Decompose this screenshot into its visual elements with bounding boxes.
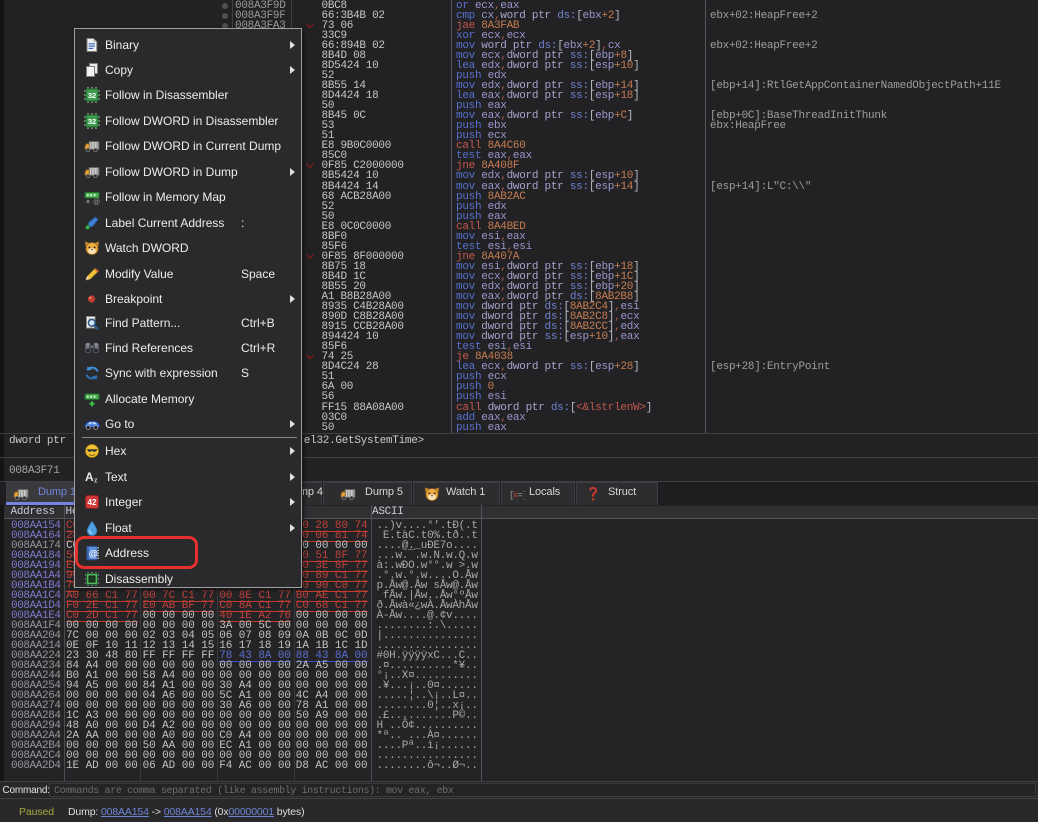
svg-text:32: 32: [88, 117, 96, 126]
svg-text:42: 42: [88, 498, 97, 507]
svg-text:A: A: [85, 470, 94, 484]
svg-text:z: z: [94, 477, 98, 484]
svg-text:=]: =]: [517, 490, 525, 500]
svg-text:32: 32: [88, 91, 96, 100]
svg-text:@: @: [93, 199, 100, 205]
